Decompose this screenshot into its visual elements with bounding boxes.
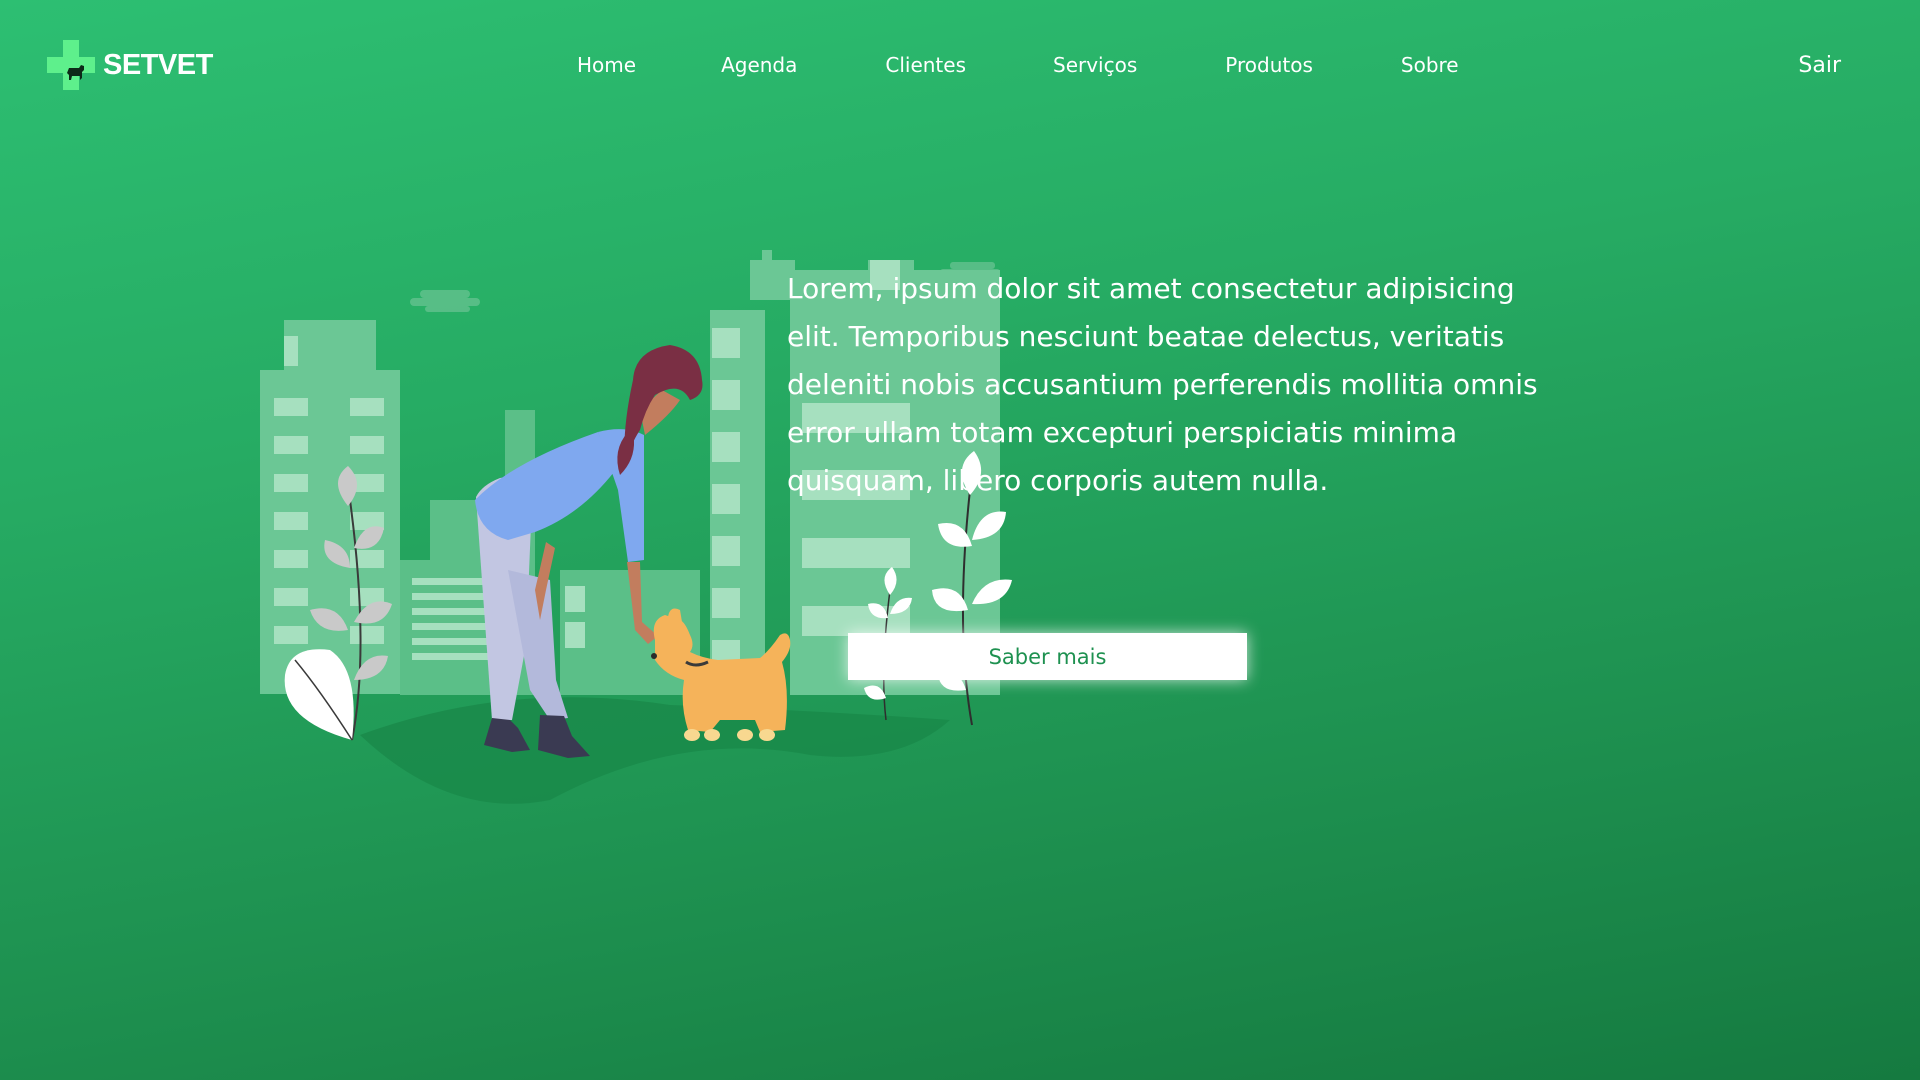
saber-mais-button[interactable]: Saber mais xyxy=(848,633,1247,680)
logout-link[interactable]: Sair xyxy=(1798,51,1841,81)
nav-item-sobre[interactable]: Sobre xyxy=(1401,50,1459,80)
nav-item-produtos[interactable]: Produtos xyxy=(1225,50,1313,80)
nav-item-home[interactable]: Home xyxy=(577,50,636,80)
brand-logo-link[interactable]: SETVET xyxy=(47,40,213,90)
main-nav: Home Agenda Clientes Serviços Produtos S… xyxy=(577,50,1459,80)
hero-description: Lorem, ipsum dolor sit amet consectetur … xyxy=(787,272,1538,497)
brand-name: SETVET xyxy=(103,48,213,81)
nav-item-clientes[interactable]: Clientes xyxy=(885,50,966,80)
nav-item-servicos[interactable]: Serviços xyxy=(1053,50,1137,80)
nav-item-agenda[interactable]: Agenda xyxy=(721,50,797,80)
vet-cross-dog-icon xyxy=(47,40,95,90)
navbar: SETVET Home Agenda Clientes Serviços Pro… xyxy=(0,0,1920,130)
